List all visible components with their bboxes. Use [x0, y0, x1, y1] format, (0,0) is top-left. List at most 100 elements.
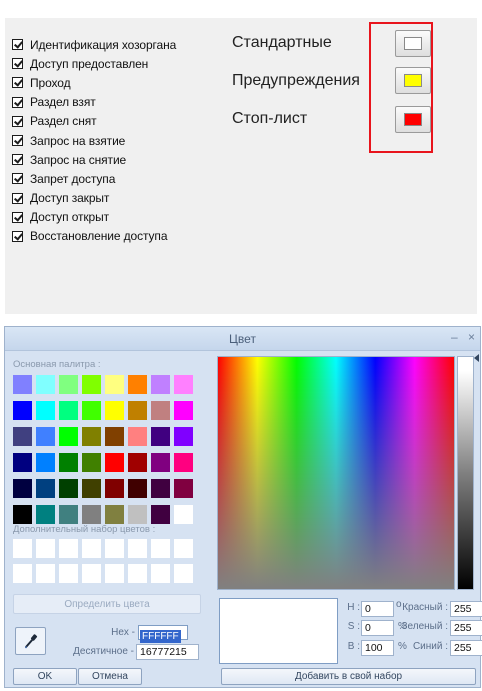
palette-swatch[interactable]: [59, 505, 78, 524]
palette-swatch[interactable]: [36, 375, 55, 394]
palette-swatch[interactable]: [82, 375, 101, 394]
palette-swatch[interactable]: [59, 479, 78, 498]
status-option[interactable]: Восстановление доступа: [12, 227, 176, 246]
status-option[interactable]: Доступ открыт: [12, 208, 176, 227]
custom-palette-slot[interactable]: [151, 539, 170, 558]
palette-swatch[interactable]: [105, 453, 124, 472]
palette-swatch[interactable]: [105, 427, 124, 446]
status-option[interactable]: Доступ закрыт: [12, 189, 176, 208]
palette-swatch[interactable]: [13, 427, 32, 446]
custom-palette-slot[interactable]: [59, 564, 78, 583]
palette-swatch[interactable]: [105, 401, 124, 420]
ok-button[interactable]: OK: [13, 668, 77, 685]
palette-swatch[interactable]: [36, 427, 55, 446]
custom-palette-slot[interactable]: [151, 564, 170, 583]
brightness-slider[interactable]: [457, 356, 474, 590]
palette-swatch[interactable]: [82, 505, 101, 524]
palette-swatch[interactable]: [59, 401, 78, 420]
eyedropper-button[interactable]: [15, 627, 46, 655]
palette-swatch[interactable]: [82, 401, 101, 420]
palette-swatch[interactable]: [36, 453, 55, 472]
palette-swatch[interactable]: [128, 375, 147, 394]
custom-palette-slot[interactable]: [82, 564, 101, 583]
custom-palette-slot[interactable]: [82, 539, 101, 558]
stoplist-color-button[interactable]: [395, 106, 431, 133]
status-option[interactable]: Раздел снят: [12, 112, 176, 131]
status-option[interactable]: Раздел взят: [12, 93, 176, 112]
palette-swatch[interactable]: [82, 453, 101, 472]
palette-swatch[interactable]: [59, 453, 78, 472]
brightness-slider-handle[interactable]: [474, 354, 479, 362]
palette-swatch[interactable]: [105, 479, 124, 498]
custom-palette-slot[interactable]: [105, 564, 124, 583]
palette-swatch[interactable]: [128, 479, 147, 498]
cancel-button[interactable]: Отмена: [78, 668, 142, 685]
palette-swatch[interactable]: [174, 375, 193, 394]
custom-palette-slot[interactable]: [128, 539, 147, 558]
checkbox-checked[interactable]: [12, 96, 23, 108]
palette-swatch[interactable]: [151, 375, 170, 394]
custom-palette-slot[interactable]: [59, 539, 78, 558]
status-option[interactable]: Запрос на взятие: [12, 131, 176, 150]
status-option[interactable]: Запрет доступа: [12, 169, 176, 188]
palette-swatch[interactable]: [82, 427, 101, 446]
checkbox-checked[interactable]: [12, 77, 23, 89]
palette-swatch[interactable]: [174, 453, 193, 472]
palette-swatch[interactable]: [13, 401, 32, 420]
palette-swatch[interactable]: [105, 505, 124, 524]
red-input[interactable]: 255: [450, 601, 482, 617]
palette-swatch[interactable]: [174, 401, 193, 420]
minimize-icon[interactable]: –: [451, 330, 458, 344]
custom-palette-slot[interactable]: [105, 539, 124, 558]
custom-palette-slot[interactable]: [13, 564, 32, 583]
color-spectrum[interactable]: [217, 356, 455, 590]
palette-swatch[interactable]: [151, 505, 170, 524]
palette-swatch[interactable]: [151, 427, 170, 446]
palette-swatch[interactable]: [13, 453, 32, 472]
dialog-title-bar[interactable]: Цвет – ×: [5, 327, 480, 351]
status-option[interactable]: Идентификация хозоргана: [12, 35, 176, 54]
palette-swatch[interactable]: [174, 427, 193, 446]
palette-swatch[interactable]: [36, 479, 55, 498]
add-to-custom-button[interactable]: Добавить в свой набор: [221, 668, 476, 685]
palette-swatch[interactable]: [151, 479, 170, 498]
palette-swatch[interactable]: [128, 505, 147, 524]
hex-input[interactable]: FFFFFF: [138, 625, 188, 643]
palette-swatch[interactable]: [59, 375, 78, 394]
custom-palette-slot[interactable]: [36, 564, 55, 583]
palette-swatch[interactable]: [36, 505, 55, 524]
warnings-color-button[interactable]: [395, 67, 431, 94]
checkbox-checked[interactable]: [12, 135, 23, 147]
green-input[interactable]: 255: [450, 620, 482, 636]
custom-palette-slot[interactable]: [174, 564, 193, 583]
custom-palette-slot[interactable]: [174, 539, 193, 558]
checkbox-checked[interactable]: [12, 192, 23, 204]
checkbox-checked[interactable]: [12, 58, 23, 70]
checkbox-checked[interactable]: [12, 173, 23, 185]
status-option[interactable]: Доступ предоставлен: [12, 54, 176, 73]
palette-swatch[interactable]: [59, 427, 78, 446]
status-option[interactable]: Проход: [12, 73, 176, 92]
palette-swatch[interactable]: [13, 505, 32, 524]
standard-color-button[interactable]: [395, 30, 431, 57]
palette-swatch[interactable]: [128, 427, 147, 446]
custom-palette-slot[interactable]: [13, 539, 32, 558]
palette-swatch[interactable]: [128, 401, 147, 420]
palette-swatch[interactable]: [105, 375, 124, 394]
palette-swatch[interactable]: [13, 375, 32, 394]
define-colors-button[interactable]: Определить цвета: [13, 594, 201, 614]
checkbox-checked[interactable]: [12, 39, 23, 51]
custom-palette-slot[interactable]: [36, 539, 55, 558]
checkbox-checked[interactable]: [12, 211, 23, 223]
palette-swatch[interactable]: [13, 479, 32, 498]
checkbox-checked[interactable]: [12, 230, 23, 242]
palette-swatch[interactable]: [82, 479, 101, 498]
palette-swatch[interactable]: [174, 479, 193, 498]
status-option[interactable]: Запрос на снятие: [12, 150, 176, 169]
palette-swatch[interactable]: [36, 401, 55, 420]
checkbox-checked[interactable]: [12, 154, 23, 166]
palette-swatch[interactable]: [128, 453, 147, 472]
palette-swatch[interactable]: [151, 453, 170, 472]
palette-swatch[interactable]: [151, 401, 170, 420]
blue-input[interactable]: 255: [450, 640, 482, 656]
